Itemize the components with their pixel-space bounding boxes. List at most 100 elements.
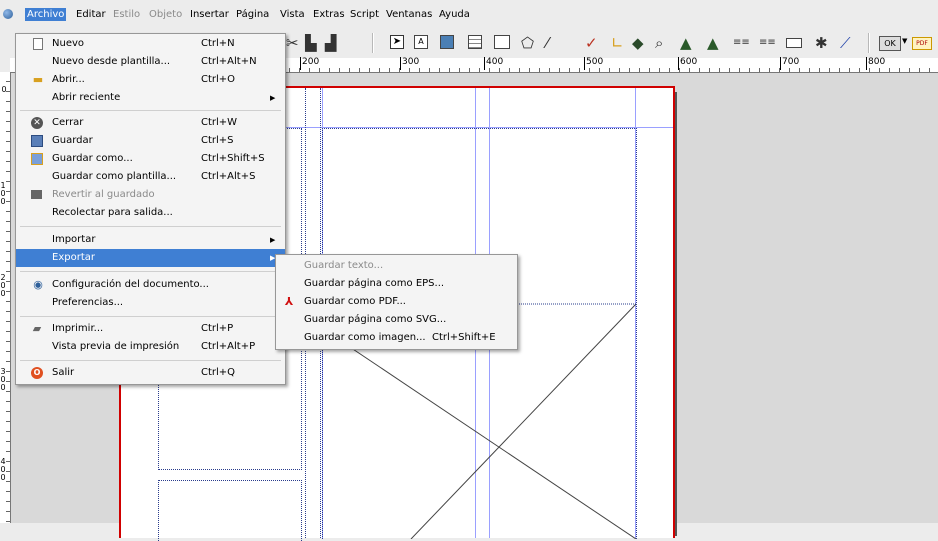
menu-separator bbox=[20, 316, 281, 317]
menu-item-shortcut: Ctrl+Q bbox=[201, 367, 236, 378]
menu-item-guardar-eps[interactable]: Guardar página como EPS... bbox=[276, 275, 517, 293]
eyedropper-icon[interactable]: ⟋ bbox=[840, 35, 851, 51]
menu-item-shortcut: Ctrl+Shift+S bbox=[201, 153, 265, 164]
menu-item-abrir[interactable]: ▬ Abrir... Ctrl+O bbox=[16, 71, 285, 89]
menu-item-configuracion[interactable]: ◉ Configuración del documento... bbox=[16, 276, 285, 294]
exportar-submenu: Guardar texto... Guardar página como EPS… bbox=[275, 254, 518, 350]
menu-vista[interactable]: Vista bbox=[280, 8, 305, 21]
menu-ventanas[interactable]: Ventanas bbox=[386, 8, 432, 21]
menu-separator bbox=[20, 271, 281, 272]
ruler-label: 300 bbox=[0, 367, 6, 392]
revert-icon bbox=[31, 190, 42, 199]
unlink-frames-icon[interactable]: ≡≡ bbox=[759, 35, 776, 51]
ruler-label: 200 bbox=[0, 273, 6, 298]
ok-button[interactable]: OK bbox=[879, 36, 901, 51]
folder-open-icon: ▬ bbox=[32, 73, 44, 86]
menu-item-guardar-como-plantilla[interactable]: Guardar como plantilla... Ctrl+Alt+S bbox=[16, 168, 285, 186]
menu-item-label: Nuevo bbox=[52, 38, 85, 49]
menu-item-exportar[interactable]: Exportar ▶ bbox=[16, 249, 285, 267]
menu-item-revertir[interactable]: Revertir al guardado bbox=[16, 186, 285, 204]
ruler-label: 300 bbox=[400, 57, 419, 70]
archivo-dropdown-menu: Nuevo Ctrl+N Nuevo desde plantilla... Ct… bbox=[15, 33, 286, 385]
menu-editar[interactable]: Editar bbox=[76, 8, 106, 21]
new-document-icon bbox=[33, 38, 43, 50]
line-icon[interactable]: ⁄ bbox=[546, 35, 549, 51]
menu-item-shortcut: Ctrl+Alt+N bbox=[201, 56, 257, 67]
menu-ayuda[interactable]: Ayuda bbox=[439, 8, 470, 21]
menu-item-nuevo[interactable]: Nuevo Ctrl+N bbox=[16, 35, 285, 53]
menu-item-imprimir[interactable]: ▰ Imprimir... Ctrl+P bbox=[16, 320, 285, 338]
app-logo-icon bbox=[3, 9, 13, 19]
menu-item-label: Guardar como... bbox=[52, 153, 133, 164]
ruler-label: 100 bbox=[0, 181, 6, 206]
menu-item-label: Imprimir... bbox=[52, 323, 104, 334]
menu-item-guardar-pdf[interactable]: ⅄ Guardar como PDF... bbox=[276, 293, 517, 311]
rotate-icon[interactable]: ◆ bbox=[632, 35, 644, 51]
edit-text-icon[interactable]: ▲ bbox=[707, 35, 719, 51]
menu-item-label: Guardar bbox=[52, 135, 93, 146]
pdf-export-button[interactable]: PDF bbox=[912, 37, 932, 50]
table-icon[interactable] bbox=[468, 35, 482, 49]
ruler-label: 800 bbox=[866, 57, 885, 70]
select-tool-icon[interactable]: ➤ bbox=[390, 35, 404, 49]
menu-bar: Archivo Editar Estilo Objeto Insertar Pá… bbox=[0, 0, 938, 28]
chevron-down-icon[interactable]: ▼ bbox=[902, 37, 907, 45]
menu-item-guardar-como[interactable]: Guardar como... Ctrl+Shift+S bbox=[16, 150, 285, 168]
link-frames-icon[interactable]: ≡≡ bbox=[733, 35, 750, 51]
menu-item-shortcut: Ctrl+O bbox=[201, 74, 236, 85]
ruler-label: 600 bbox=[678, 57, 697, 70]
menu-item-label: Abrir reciente bbox=[52, 92, 121, 103]
zoom-icon[interactable]: ⌕ bbox=[655, 35, 663, 51]
menu-item-recolectar[interactable]: Recolectar para salida... bbox=[16, 204, 285, 222]
menu-pagina[interactable]: Página bbox=[236, 8, 269, 21]
menu-item-label: Abrir... bbox=[52, 74, 85, 85]
ruler-label: 700 bbox=[780, 57, 799, 70]
quit-icon: O bbox=[31, 367, 43, 379]
menu-item-label: Guardar página como SVG... bbox=[304, 314, 447, 325]
polygon-icon[interactable]: ⬠ bbox=[521, 35, 534, 51]
vertical-ruler: 0 100 200 300 400 bbox=[0, 72, 11, 523]
menu-item-preferencias[interactable]: Preferencias... bbox=[16, 294, 285, 312]
menu-objeto[interactable]: Objeto bbox=[149, 8, 182, 21]
menu-item-cerrar[interactable]: ✕ Cerrar Ctrl+W bbox=[16, 114, 285, 132]
shape-icon[interactable] bbox=[494, 35, 510, 49]
menu-item-label: Configuración del documento... bbox=[52, 279, 209, 290]
menu-item-shortcut: Ctrl+W bbox=[201, 117, 238, 128]
menu-item-label: Recolectar para salida... bbox=[52, 207, 173, 218]
document-settings-icon: ◉ bbox=[33, 278, 43, 291]
bezier-icon[interactable]: ✓ bbox=[585, 35, 598, 51]
menu-extras[interactable]: Extras bbox=[313, 8, 345, 21]
measure-icon[interactable] bbox=[786, 38, 802, 48]
image-frame-icon[interactable] bbox=[440, 35, 454, 49]
close-icon: ✕ bbox=[31, 117, 43, 129]
menu-script[interactable]: Script bbox=[350, 8, 379, 21]
menu-separator bbox=[20, 110, 281, 111]
menu-item-vista-previa[interactable]: Vista previa de impresión Ctrl+Alt+P bbox=[16, 338, 285, 356]
ruler-label: 400 bbox=[484, 57, 503, 70]
menu-item-label: Exportar bbox=[52, 252, 95, 263]
menu-item-guardar[interactable]: Guardar Ctrl+S bbox=[16, 132, 285, 150]
ruler-label: 200 bbox=[300, 57, 319, 70]
freehand-icon[interactable]: ∟ bbox=[611, 35, 624, 51]
menu-item-importar[interactable]: Importar ▶ bbox=[16, 231, 285, 249]
menu-estilo[interactable]: Estilo bbox=[113, 8, 140, 21]
cut-icon[interactable]: ✂ bbox=[286, 35, 299, 51]
menu-item-label: Importar bbox=[52, 234, 96, 245]
menu-item-guardar-svg[interactable]: Guardar página como SVG... bbox=[276, 311, 517, 329]
menu-insertar[interactable]: Insertar bbox=[190, 8, 229, 21]
menu-item-nuevo-desde-plantilla[interactable]: Nuevo desde plantilla... Ctrl+Alt+N bbox=[16, 53, 285, 71]
menu-item-salir[interactable]: O Salir Ctrl+Q bbox=[16, 364, 285, 382]
edit-contents-icon[interactable]: ▲ bbox=[680, 35, 692, 51]
menu-item-guardar-texto[interactable]: Guardar texto... bbox=[276, 257, 517, 275]
menu-item-guardar-imagen[interactable]: Guardar como imagen... Ctrl+Shift+E bbox=[276, 329, 517, 347]
menu-item-label: Revertir al guardado bbox=[52, 189, 155, 200]
copy-icon[interactable]: ▙ bbox=[305, 35, 317, 51]
text-frame-icon[interactable]: A bbox=[414, 35, 428, 49]
copy-properties-icon[interactable]: ✱ bbox=[815, 35, 828, 51]
menu-item-label: Preferencias... bbox=[52, 297, 124, 308]
menu-separator bbox=[20, 360, 281, 361]
menu-archivo[interactable]: Archivo bbox=[25, 8, 67, 21]
menu-item-abrir-reciente[interactable]: Abrir reciente ▶ bbox=[16, 89, 285, 107]
paste-icon[interactable]: ▟ bbox=[325, 35, 337, 51]
text-frame[interactable] bbox=[158, 480, 302, 541]
